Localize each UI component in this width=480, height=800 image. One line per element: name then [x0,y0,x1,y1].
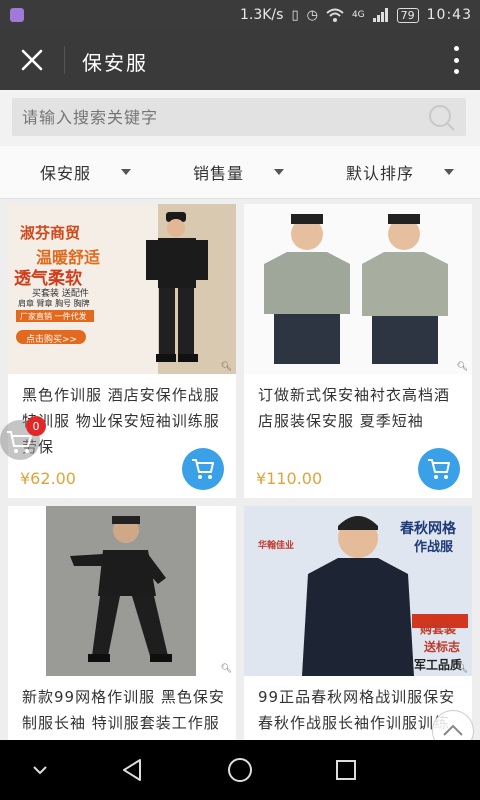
promo-line-1: 春秋网格 [400,521,456,537]
chevron-down-icon [33,766,47,775]
alarm-icon: ◷ [306,7,318,23]
zoom-icon: 🔍︎ [456,362,468,372]
chevron-down-icon [444,169,455,175]
nav-recents-button[interactable] [330,754,362,786]
search-bar [0,90,480,146]
promo-line-2: 作战服 [414,540,454,555]
battery-indicator: 79 [396,7,419,23]
cart-icon [428,459,450,479]
zoom-icon: 🔍︎ [220,362,232,372]
filter-sort[interactable]: 默认排序 [346,146,455,198]
nav-back-button[interactable] [116,754,148,786]
add-to-cart-button[interactable] [418,448,460,490]
product-name[interactable]: 新款99网格作训服 黑色保安制服长袖 特训服套装工作服特棉款 [8,676,236,740]
filter-sort-label: 默认排序 [346,164,415,183]
vibrate-icon: ▯ [291,7,299,23]
cart-count-badge: 0 [26,416,46,436]
product-photo-guard-shirts [264,214,448,364]
zoom-icon: 🔍︎ [456,664,468,674]
page-title: 保安服 [82,51,148,75]
status-right: 1.3K/s ▯ ◷ 4G 79 10:43 [240,0,472,30]
zoom-icon: 🔍︎ [220,664,232,674]
filter-category[interactable]: 保安服 [40,146,132,198]
filter-sales[interactable]: 销售量 [193,146,285,198]
product-image[interactable]: 🔍︎ [8,506,236,676]
product-image[interactable]: 华翰佳业 春秋网格 作战服 购套装 送标志 军工品质 🔍︎ [244,506,472,676]
product-photo-combat-uniform [46,506,196,676]
wifi-icon [326,8,344,22]
title-divider [64,46,65,74]
filter-category-label: 保安服 [40,164,92,183]
search-input[interactable] [22,98,412,136]
signal-icon [372,8,388,22]
product-image[interactable]: 🔍︎ [244,204,472,374]
promo-line-4: 肩章 臂章 胸号 胸牌 [18,299,90,308]
more-dot-icon [453,57,459,63]
clock: 10:43 [426,7,472,23]
back-triangle-icon [123,759,141,781]
app-notification-icon [10,8,24,22]
promo-line-4: 送标志 [424,640,461,654]
more-menu-button[interactable] [446,44,466,76]
filter-bar: 保安服 销售量 默认排序 [0,146,480,199]
promo-line-5: 厂家直销 一件代发 [20,312,87,321]
status-bar: 1.3K/s ▯ ◷ 4G 79 10:43 [0,0,480,30]
network-type: 4G [351,10,365,20]
nav-home-button[interactable] [224,754,256,786]
chevron-down-icon [274,169,285,175]
network-speed: 1.3K/s [239,7,284,23]
home-circle-icon [228,758,252,782]
system-nav-bar [0,740,480,800]
cart-icon [192,459,214,479]
promo-line-5: 军工品质 [414,658,463,672]
product-card[interactable]: 华翰佳业 春秋网格 作战服 购套装 送标志 军工品质 🔍︎ 99正品春秋网格战训… [244,506,472,740]
more-dot-icon [453,69,459,74]
nav-hide-button[interactable] [24,754,56,786]
filter-sales-label: 销售量 [193,164,245,183]
product-price: ¥62.00 [20,469,76,488]
product-card[interactable]: 🔍︎ 订做新式保安袖衬衣高档酒店服装保安服 夏季短袖 ¥110.00 [244,204,472,498]
promo-brand: 淑芬商贸 [20,224,81,242]
promo-line-3: 购套装 [420,622,457,636]
product-image[interactable]: 淑芬商贸 温暖舒适 透气柔软 买套装 送配件 肩章 臂章 胸号 胸牌 厂家直销 … [8,204,236,374]
product-card[interactable]: 🔍︎ 新款99网格作训服 黑色保安制服长袖 特训服套装工作服特棉款 [8,506,236,740]
close-button[interactable] [14,42,50,78]
chevron-down-icon [121,169,132,175]
recents-square-icon [336,760,356,780]
search-box [12,98,466,136]
product-price: ¥110.00 [256,469,323,488]
search-icon[interactable] [428,104,456,132]
close-icon [21,49,43,71]
add-to-cart-button[interactable] [182,448,224,490]
promo-brand: 华翰佳业 [258,541,295,551]
more-dot-icon [453,46,459,51]
product-card[interactable]: 淑芬商贸 温暖舒适 透气柔软 买套装 送配件 肩章 臂章 胸号 胸牌 厂家直销 … [8,204,236,498]
title-bar: 保安服 [0,30,480,90]
promo-cta: 点击购买>> [26,335,78,345]
